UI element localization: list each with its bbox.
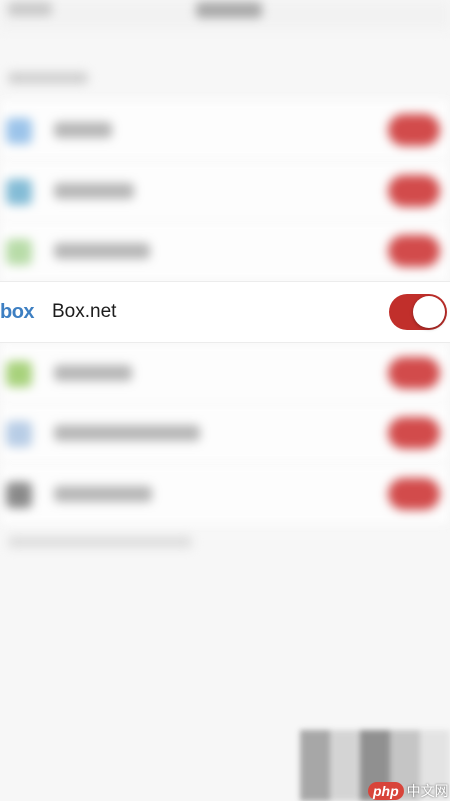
list-item[interactable] — [0, 161, 450, 221]
box-net-toggle[interactable] — [389, 294, 447, 330]
service-icon — [6, 361, 32, 387]
watermark-text: 中文网 — [406, 783, 449, 799]
watermark: php 中文网 — [368, 782, 449, 800]
list-item-label — [54, 122, 112, 138]
footer-note — [8, 536, 192, 548]
service-icon — [6, 179, 32, 205]
toggle-knob — [413, 296, 445, 328]
page-title — [196, 2, 262, 18]
list-item[interactable] — [0, 464, 450, 524]
box-net-label: Box.net — [52, 301, 117, 322]
toggle-switch[interactable] — [388, 417, 440, 449]
toggle-switch[interactable] — [388, 114, 440, 146]
service-icon — [6, 118, 32, 144]
section-header — [8, 72, 88, 84]
list-item[interactable] — [0, 100, 450, 160]
toggle-switch[interactable] — [388, 175, 440, 207]
toggle-switch[interactable] — [388, 357, 440, 389]
toggle-switch[interactable] — [388, 235, 440, 267]
list-item-label — [54, 243, 150, 259]
list-item[interactable] — [0, 221, 450, 281]
list-item-label — [54, 365, 132, 381]
toggle-switch[interactable] — [388, 478, 440, 510]
service-icon — [6, 421, 32, 447]
list-item[interactable] — [0, 403, 450, 463]
box-logo-icon: box — [0, 301, 35, 323]
service-icon — [6, 482, 32, 508]
service-icon — [6, 239, 32, 265]
list-item-label — [54, 425, 200, 441]
list-item[interactable] — [0, 343, 450, 403]
back-button[interactable] — [8, 2, 52, 16]
watermark-logo: php — [368, 782, 404, 800]
list-item-label — [54, 486, 152, 502]
list-item-label — [54, 183, 134, 199]
box-net-row[interactable]: box Box.net — [0, 282, 450, 342]
navigation-bar — [0, 0, 450, 30]
